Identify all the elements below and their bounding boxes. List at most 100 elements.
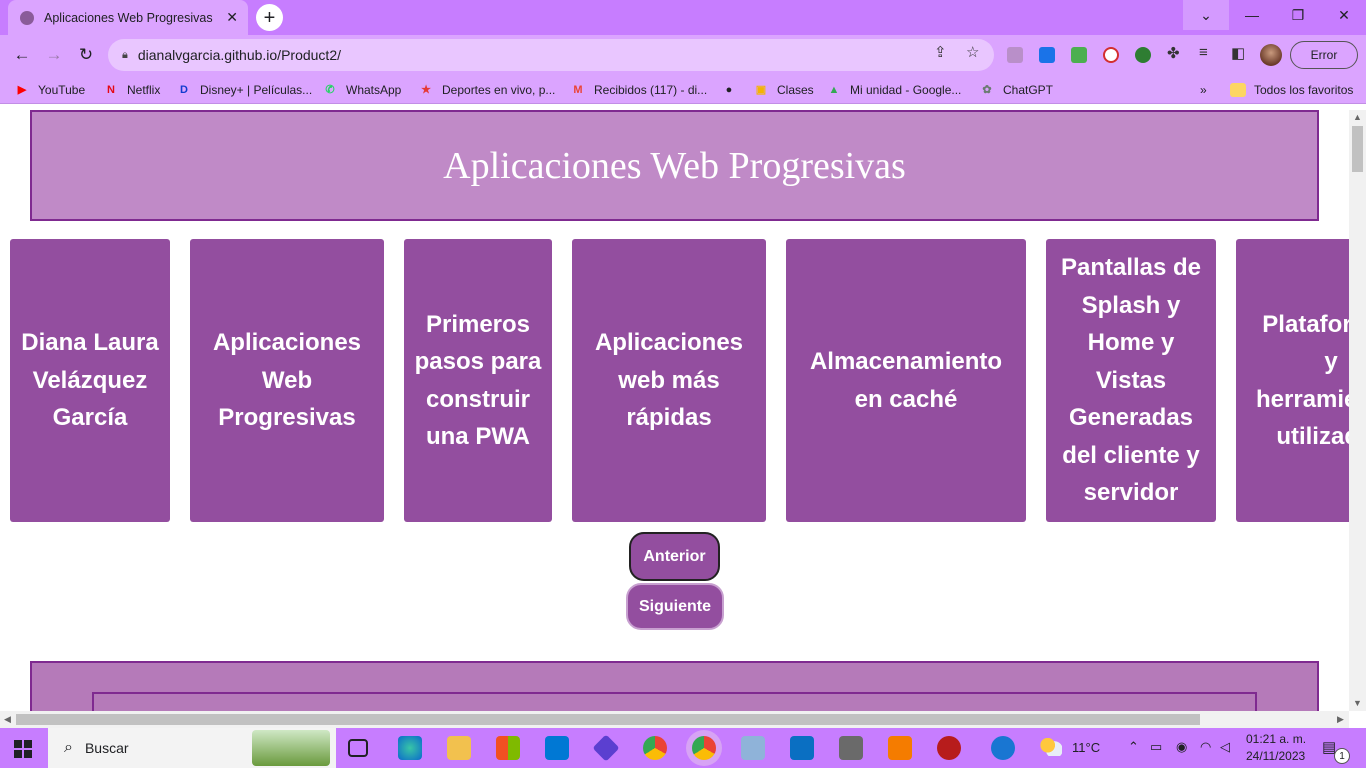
store-icon[interactable] <box>496 736 520 760</box>
reload-icon[interactable]: ↻ <box>74 43 98 67</box>
extension-icon[interactable] <box>1071 47 1087 63</box>
forward-icon[interactable]: → <box>42 43 66 67</box>
mail-icon[interactable] <box>545 736 569 760</box>
media-icon[interactable]: ≡ <box>1199 44 1208 61</box>
windows-taskbar: ⌕ Buscar 11°C ⌃ ▭ ◉ ◠ ◁ 01:21 a. m. 24/1… <box>0 728 1366 768</box>
all-bookmarks-folder[interactable]: Todos los favoritos <box>1230 82 1353 98</box>
app-icon[interactable] <box>592 734 620 762</box>
camera-icon[interactable]: ◉ <box>1176 739 1187 755</box>
gmail-icon: M <box>573 84 583 96</box>
bookmark-label: YouTube <box>38 83 86 97</box>
chevron-up-icon[interactable]: ⌃ <box>1128 739 1139 755</box>
whatsapp-icon: ✆ <box>325 84 335 96</box>
scroll-up-icon[interactable]: ▲ <box>1353 112 1362 122</box>
bookmark-item[interactable]: M Recibidos (117) - di... <box>570 82 707 98</box>
youtube-icon: ▶ <box>17 84 27 96</box>
vertical-scrollbar[interactable] <box>1349 110 1366 711</box>
bookmarks-bar: ▶ YouTube N Netflix D Disney+ | Películas... ✆… <box>0 76 1366 104</box>
restore-button[interactable]: ❐ <box>1275 0 1321 30</box>
netflix-icon: N <box>107 84 115 96</box>
volume-icon[interactable]: ◁ <box>1220 739 1230 755</box>
bookmark-item[interactable]: ✆ WhatsApp <box>322 82 401 98</box>
windows-start-icon[interactable] <box>14 740 32 758</box>
app-icon[interactable] <box>937 736 961 760</box>
edge-icon[interactable] <box>398 736 422 760</box>
adblock-icon[interactable] <box>1103 47 1119 63</box>
scroll-down-icon[interactable]: ▼ <box>1353 698 1362 708</box>
scroll-left-icon[interactable]: ◀ <box>4 714 11 725</box>
tab-strip: Aplicaciones Web Progresivas ✕ + ⌄ — ❐ ✕ <box>0 0 1366 35</box>
bookmark-item[interactable]: ▣ Clases <box>753 82 814 98</box>
task-view-icon[interactable] <box>348 739 368 757</box>
next-button[interactable]: Siguiente <box>626 583 724 630</box>
address-bar[interactable]: 🔒︎ dianalvgarcia.github.io/Product2/ <box>108 39 994 71</box>
card-title: Diana Laura Velázquez García <box>21 329 159 432</box>
carousel-card[interactable]: Almacenamiento en caché <box>786 239 1026 522</box>
horizontal-scroll-thumb[interactable] <box>16 714 1200 725</box>
app-icon[interactable] <box>839 736 863 760</box>
puzzle-icon[interactable]: ✤ <box>1167 44 1180 62</box>
back-icon[interactable]: ← <box>10 43 34 67</box>
carousel-card[interactable]: Aplicaciones Web Progresivas <box>190 239 384 522</box>
wifi-icon[interactable]: ◠ <box>1200 739 1211 755</box>
bookmark-item[interactable]: ● <box>721 82 745 98</box>
bookmark-item[interactable]: ★ Deportes en vivo, p... <box>418 82 555 98</box>
bookmark-star-icon[interactable]: ☆ <box>966 43 979 61</box>
extension-icon[interactable] <box>1007 47 1023 63</box>
clock-date: 24/11/2023 <box>1246 749 1306 763</box>
drive-icon: ▲ <box>828 84 840 96</box>
battery-icon[interactable]: ▭ <box>1150 739 1162 755</box>
new-tab-button[interactable]: + <box>256 4 283 31</box>
help-icon[interactable] <box>991 736 1015 760</box>
card-title: Pantallas de Splash y Home y Vistas Gene… <box>1060 254 1202 507</box>
lock-icon[interactable]: 🔒︎ <box>122 49 128 62</box>
previous-button[interactable]: Anterior <box>629 532 720 581</box>
vscode-icon[interactable] <box>790 736 814 760</box>
notes-icon[interactable] <box>741 736 765 760</box>
vertical-scroll-thumb[interactable] <box>1352 126 1363 172</box>
bookmark-item[interactable]: ✿ ChatGPT <box>979 82 1053 98</box>
file-explorer-icon[interactable] <box>447 736 471 760</box>
taskbar-search-label: Buscar <box>84 740 129 756</box>
carousel-card[interactable]: Plataformas y herramientas utilizadas <box>1236 239 1349 522</box>
search-icon: ⌕ <box>64 739 73 756</box>
chrome-profile-icon[interactable] <box>692 736 716 760</box>
scroll-right-icon[interactable]: ▶ <box>1337 714 1344 725</box>
bookmark-item[interactable]: ▶ YouTube <box>14 82 85 98</box>
bookmark-label: Mi unidad - Google... <box>850 83 962 97</box>
carousel-card[interactable]: Aplicaciones web más rápidas <box>572 239 766 522</box>
shield-icon[interactable] <box>1135 47 1151 63</box>
system-clock[interactable]: 01:21 a. m. 24/11/2023 <box>1246 731 1306 765</box>
chatgpt-icon: ✿ <box>982 84 992 96</box>
bookmark-label: Deportes en vivo, p... <box>442 83 556 97</box>
disney-icon: D <box>180 84 188 96</box>
error-button[interactable]: Error <box>1290 41 1358 69</box>
browser-tab[interactable]: Aplicaciones Web Progresivas ✕ <box>8 0 248 35</box>
more-bookmarks-icon[interactable]: » <box>1200 82 1207 98</box>
extension-icon[interactable] <box>1039 47 1055 63</box>
bookmark-item[interactable]: N Netflix <box>103 82 160 98</box>
close-tab-icon[interactable]: ✕ <box>226 9 238 26</box>
card-title: Almacenamiento en caché <box>809 348 1003 413</box>
bookmark-item[interactable]: D Disney+ | Películas... <box>176 82 312 98</box>
page-header: Aplicaciones Web Progresivas <box>30 110 1319 221</box>
carousel-card[interactable]: Diana Laura Velázquez García <box>10 239 170 522</box>
xampp-icon[interactable] <box>888 736 912 760</box>
chrome-icon[interactable] <box>643 736 667 760</box>
side-panel-icon[interactable]: ◧ <box>1231 44 1245 62</box>
share-icon[interactable]: ⇪ <box>934 43 947 61</box>
tab-search-icon[interactable]: ⌄ <box>1183 0 1229 30</box>
weather-widget[interactable]: 11°C <box>1040 738 1100 756</box>
globe-icon <box>20 10 34 25</box>
taskbar-search[interactable]: ⌕ Buscar <box>48 728 336 768</box>
minimize-button[interactable]: — <box>1229 0 1275 30</box>
bookmark-label: Clases <box>777 83 814 97</box>
carousel-card[interactable]: Pantallas de Splash y Home y Vistas Gene… <box>1046 239 1216 522</box>
all-bookmarks-label: Todos los favoritos <box>1254 83 1354 97</box>
close-window-button[interactable]: ✕ <box>1321 0 1366 30</box>
notification-icon[interactable]: ▤ 1 <box>1322 738 1350 764</box>
avatar[interactable] <box>1260 44 1282 66</box>
carousel-card[interactable]: Primeros pasos para construir una PWA <box>404 239 552 522</box>
bookmark-item[interactable]: ▲ Mi unidad - Google... <box>826 82 962 98</box>
url-text: dianalvgarcia.github.io/Product2/ <box>137 47 341 63</box>
